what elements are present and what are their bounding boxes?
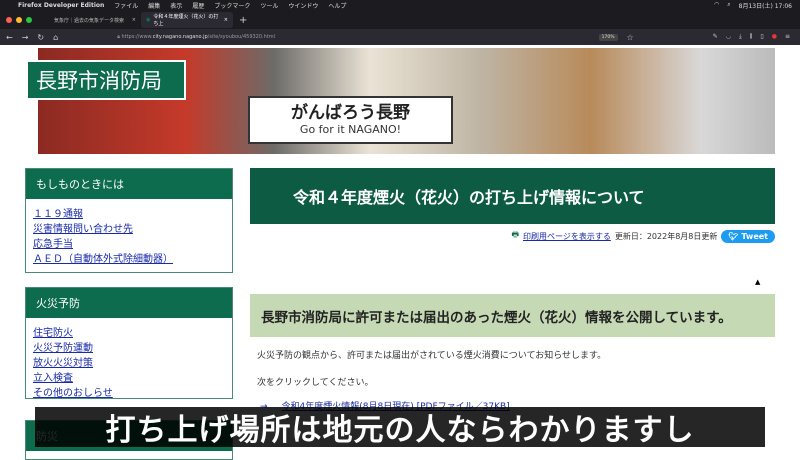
video-subtitle: 打ち上げ場所は地元の人ならわかりますし — [35, 407, 765, 448]
twitter-icon: 🐦︎ — [728, 231, 742, 241]
url-domain: city.nagano.nagano.jp — [152, 34, 208, 40]
search-icon[interactable]: ⌕ — [727, 1, 730, 10]
sidebar-box-fire-prevention: 火災予防 住宅防火 火災予防運動 放火火災対策 立入検査 その他のおしらせ — [25, 287, 233, 399]
sidebar-heading: 火災予防 — [26, 288, 232, 318]
menu-help[interactable]: ヘルプ — [328, 1, 346, 10]
url-prefix: https://www. — [121, 34, 153, 40]
wifi-icon[interactable]: ◠ — [714, 1, 719, 10]
sidebar-link[interactable]: 災害情報問い合わせ先 — [33, 224, 133, 235]
tab-weather[interactable]: 気象庁｜過去の気象データ検索 × — [49, 12, 141, 28]
close-window-button[interactable] — [6, 17, 12, 23]
tab-bar: 気象庁｜過去の気象データ検索 × ● 令和４年度煙火（花火）の打ち上 × + — [0, 11, 800, 29]
sidebar-link[interactable]: 住宅防火 — [33, 328, 73, 339]
sidebar-link[interactable]: 放火火災対策 — [33, 358, 93, 369]
tweet-label: Tweet — [741, 231, 768, 241]
menu-tools[interactable]: ツール — [260, 1, 278, 10]
banner-sign-en: Go for it NAGANO! — [299, 123, 402, 136]
menu-icon[interactable]: ≡ — [785, 33, 790, 41]
print-link[interactable]: 印刷用ページを表示する — [523, 231, 611, 242]
pocket-icon[interactable]: ◡ — [726, 33, 731, 41]
close-tab-icon[interactable]: × — [132, 17, 136, 23]
sidebar-link[interactable]: 立入検査 — [33, 373, 73, 384]
intro-text: 火災予防の観点から、許可または届出がされている煙火消費についてお知らせします。 — [257, 351, 607, 361]
tab-fireworks[interactable]: ● 令和４年度煙火（花火）の打ち上 × — [141, 12, 233, 28]
close-tab-icon[interactable]: × — [224, 17, 228, 23]
tweet-button[interactable]: 🐦︎ Tweet — [721, 229, 775, 243]
sidebar-link[interactable]: ＡＥＤ（自動体外式除細動器） — [33, 254, 173, 265]
section-heading: 長野市消防局に許可または届出のあった煙火（花火）情報を公開しています。 — [250, 294, 775, 337]
zoom-level[interactable]: 170% — [598, 33, 618, 41]
menu-bookmarks[interactable]: ブックマーク — [214, 1, 250, 10]
menu-edit[interactable]: 編集 — [148, 1, 160, 10]
sidebar-link[interactable]: 応急手当 — [33, 239, 73, 250]
banner-sign-text: がんばろう長野 — [291, 103, 410, 123]
updated-date: 更新日：2022年8月8日更新 — [614, 231, 718, 241]
reload-icon[interactable]: ↻ — [37, 33, 44, 42]
sidebar-link[interactable]: １１９通報 — [33, 209, 83, 220]
extension-icon[interactable]: ● — [772, 33, 777, 41]
minimize-window-button[interactable] — [16, 17, 22, 23]
mac-menubar: Firefox Developer Edition ファイル 編集 表示 履歴 … — [0, 0, 800, 11]
menu-app-name[interactable]: Firefox Developer Edition — [18, 2, 104, 9]
menu-view[interactable]: 表示 — [170, 1, 182, 10]
maximize-window-button[interactable] — [26, 17, 32, 23]
new-tab-button[interactable]: + — [239, 15, 247, 26]
banner-sign: がんばろう長野 Go for it NAGANO! — [248, 96, 453, 144]
menu-window[interactable]: ウインドウ — [288, 1, 318, 10]
tab-label: 令和４年度煙火（花火）の打ち上 — [153, 14, 219, 27]
page-title: 令和４年度煙火（花火）の打ち上げ情報について — [250, 168, 775, 224]
favicon-icon: ● — [146, 17, 151, 23]
download-icon[interactable]: ⤓ — [739, 33, 742, 41]
url-path: /site/syoubou/459320.html — [207, 34, 276, 40]
site-logo[interactable]: 長野市消防局 — [26, 60, 186, 100]
sidebar-icon[interactable]: ▯ — [760, 33, 763, 41]
wrench-icon[interactable]: ✎ — [713, 33, 718, 41]
sidebar-heading: もしものときには — [26, 169, 232, 199]
forward-icon[interactable]: → — [22, 33, 29, 42]
menu-file[interactable]: ファイル — [114, 1, 138, 10]
sidebar-link[interactable]: その他のおしらせ — [33, 388, 113, 399]
menu-history[interactable]: 履歴 — [192, 1, 204, 10]
mouse-cursor: ▲ — [755, 278, 761, 286]
library-icon[interactable]: ⫼ — [750, 33, 753, 41]
home-icon[interactable]: ⌂ — [53, 33, 58, 42]
url-field[interactable]: 🔒︎ https://www.city.nagano.nagano.jp/sit… — [117, 34, 275, 40]
clock[interactable]: 8月13日(土) 17:06 — [739, 1, 792, 10]
instruction-text: 次をクリックしてください。 — [257, 378, 374, 388]
sidebar-link[interactable]: 火災予防運動 — [33, 343, 93, 354]
tab-label: 気象庁｜過去の気象データ検索 — [54, 17, 125, 24]
page-meta: 🖶 印刷用ページを表示する 更新日：2022年8月8日更新 🐦︎ Tweet — [511, 229, 775, 243]
sidebar-box-emergency: もしものときには １１９通報 災害情報問い合わせ先 応急手当 ＡＥＤ（自動体外式… — [25, 168, 233, 273]
back-icon[interactable]: ← — [6, 33, 13, 42]
bookmark-star-icon[interactable]: ☆ — [627, 33, 634, 42]
printer-icon: 🖶 — [511, 230, 519, 239]
nav-bar: ← → ↻ ⌂ 🔒︎ https://www.city.nagano.nagan… — [0, 29, 800, 45]
window-controls — [0, 17, 45, 23]
